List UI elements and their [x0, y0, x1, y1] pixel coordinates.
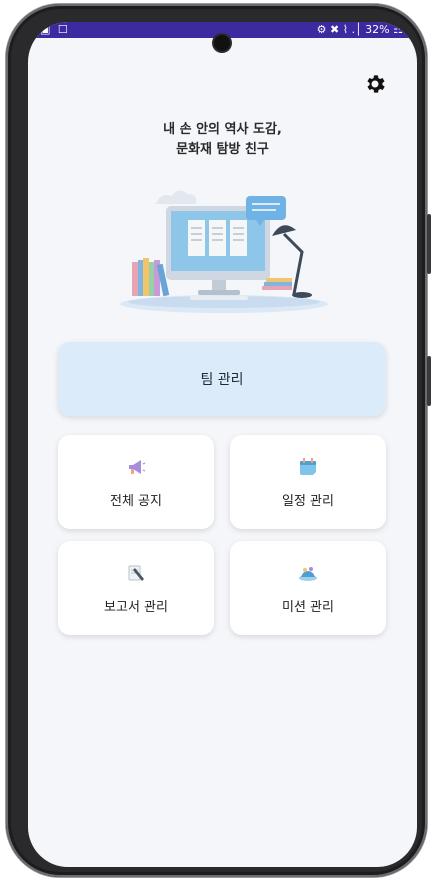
team-management-button[interactable]: 팀 관리	[58, 342, 386, 416]
schedule-label: 일정 관리	[282, 493, 334, 509]
volume-button	[427, 214, 431, 274]
app-tagline: 내 손 안의 역사 도감, 문화재 탐방 친구	[28, 120, 417, 160]
schedule-button[interactable]: 일정 관리	[230, 435, 386, 529]
power-button	[427, 356, 431, 406]
app-screen: ▣ ☐ ⚙ ✖ ⌇ .│ 32% ☷ 내 손 안의 역사 도감, 문화재 탐방 …	[28, 22, 417, 867]
desk-illustration	[120, 190, 328, 313]
tagline-line-1: 내 손 안의 역사 도감,	[163, 122, 282, 137]
mission-icon	[299, 566, 317, 581]
front-camera	[214, 35, 230, 51]
mission-label: 미션 관리	[282, 599, 334, 615]
status-left-icons: ▣ ☐	[40, 23, 70, 36]
status-right-info: ⚙ ✖ ⌇ .│ 32% ☷	[316, 23, 403, 36]
report-label: 보고서 관리	[104, 599, 168, 615]
calendar-icon	[300, 457, 316, 475]
tagline-line-2: 문화재 탐방 친구	[176, 142, 269, 157]
team-management-label: 팀 관리	[200, 372, 244, 388]
report-button[interactable]: 보고서 관리	[58, 541, 214, 635]
megaphone-icon	[129, 459, 146, 474]
notice-button[interactable]: 전체 공지	[58, 435, 214, 529]
settings-gear-icon[interactable]	[363, 72, 387, 96]
notice-label: 전체 공지	[110, 493, 162, 509]
report-pen-icon	[128, 565, 144, 581]
mission-button[interactable]: 미션 관리	[230, 541, 386, 635]
phone-frame: ▣ ☐ ⚙ ✖ ⌇ .│ 32% ☷ 내 손 안의 역사 도감, 문화재 탐방 …	[6, 4, 431, 877]
